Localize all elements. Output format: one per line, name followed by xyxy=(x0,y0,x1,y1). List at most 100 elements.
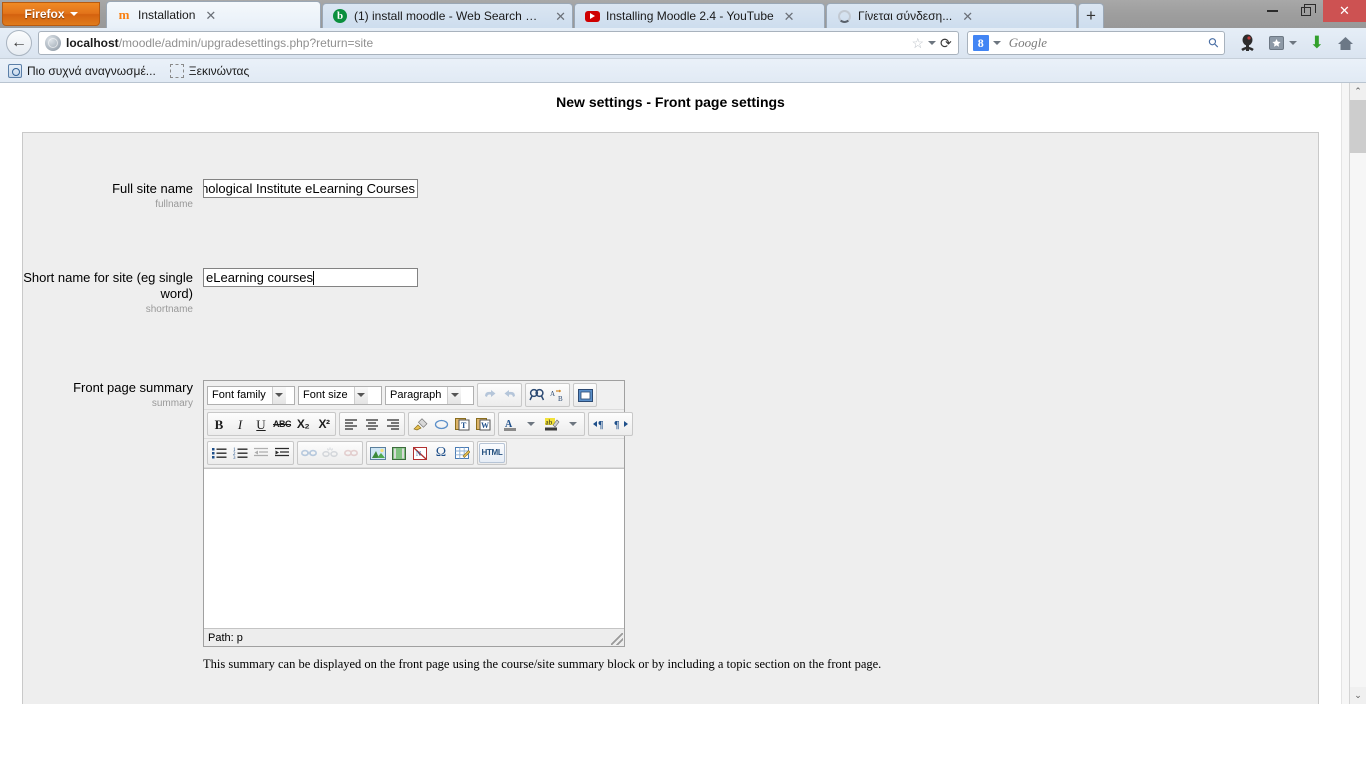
remove-formatting-icon[interactable] xyxy=(431,414,451,434)
chevron-down-icon[interactable] xyxy=(447,386,462,404)
chevron-down-icon[interactable] xyxy=(353,386,368,404)
link-icon[interactable] xyxy=(299,443,319,463)
chevron-down-icon[interactable] xyxy=(928,41,937,45)
svg-text:A: A xyxy=(550,390,555,398)
ltr-icon[interactable]: ¶ xyxy=(590,414,610,434)
font-size-select[interactable]: Font size xyxy=(298,385,382,405)
direction-group: ¶ ¶ xyxy=(588,412,633,436)
close-icon[interactable]: ✕ xyxy=(205,9,216,22)
shortname-input[interactable]: eLearning courses xyxy=(203,268,418,287)
close-icon[interactable]: ✕ xyxy=(784,10,795,23)
find-icon[interactable] xyxy=(527,385,547,405)
underline-icon[interactable]: U xyxy=(251,414,271,434)
search-icon[interactable]: ⚲ xyxy=(1205,34,1223,52)
back-button[interactable]: ← xyxy=(6,30,32,56)
unlink-icon[interactable] xyxy=(320,443,340,463)
page-scrollbar[interactable]: ⌃ ⌄ xyxy=(1349,83,1366,704)
page-title: New settings - Front page settings xyxy=(556,94,785,110)
find-replace-icon[interactable]: A B xyxy=(548,385,568,405)
rtl-icon[interactable]: ¶ xyxy=(611,414,631,434)
text-color-icon[interactable]: A xyxy=(500,414,520,434)
scrollbar-thumb[interactable] xyxy=(1349,100,1366,153)
minimize-button[interactable] xyxy=(1255,0,1289,22)
globe-icon xyxy=(45,35,61,51)
bold-icon[interactable]: B xyxy=(209,414,229,434)
fullname-input[interactable]: inological Institute eLearning Courses xyxy=(203,179,418,198)
numbered-list-icon[interactable]: 123 xyxy=(230,443,250,463)
text-caret xyxy=(312,270,314,285)
special-character-icon[interactable]: Ω xyxy=(431,443,451,463)
search-input[interactable]: Google xyxy=(1009,35,1047,51)
highlight-color-icon[interactable]: ab xyxy=(542,414,562,434)
bookmark-getting-started[interactable]: Ξεκινώντας xyxy=(169,63,249,78)
undo-redo-group xyxy=(477,383,522,407)
address-bar[interactable]: localhost/moodle/admin/upgradesettings.p… xyxy=(38,31,959,55)
chevron-down-icon[interactable] xyxy=(992,41,1001,45)
url-host: localhost xyxy=(66,36,119,50)
firefox-menu-button[interactable]: Firefox xyxy=(2,2,100,26)
redo-icon[interactable] xyxy=(500,385,520,405)
resize-grip-icon[interactable] xyxy=(611,633,623,645)
bookmarks-icon[interactable] xyxy=(1268,35,1297,51)
search-bar[interactable]: 8 Google ⚲ xyxy=(966,31,1225,55)
bookmark-most-visited[interactable]: Πιο συχνά αναγνωσμέ... xyxy=(8,63,156,78)
paste-as-text-icon[interactable]: T xyxy=(452,414,472,434)
nonbreaking-icon[interactable]: N xyxy=(410,443,430,463)
reload-icon[interactable]: ⟳ xyxy=(940,35,952,52)
fullscreen-group xyxy=(573,383,597,407)
scroll-up-button[interactable]: ⌃ xyxy=(1349,83,1366,100)
tab-installing-moodle-youtube[interactable]: Installing Moodle 2.4 - YouTube ✕ xyxy=(574,3,825,28)
chevron-down-icon[interactable] xyxy=(521,414,541,434)
field-row-summary: Front page summary summary Font family F… xyxy=(23,370,1318,680)
anchor-icon[interactable] xyxy=(341,443,361,463)
fullname-value: inological Institute eLearning Courses xyxy=(203,181,415,196)
youtube-icon xyxy=(584,8,600,24)
table-icon[interactable] xyxy=(452,443,472,463)
new-tab-button[interactable]: + xyxy=(1078,3,1104,28)
field-row-fullname: Full site name fullname inological Insti… xyxy=(23,171,1318,218)
image-icon[interactable] xyxy=(368,443,388,463)
align-center-icon[interactable] xyxy=(362,414,382,434)
indent-icon[interactable] xyxy=(272,443,292,463)
tab-installation[interactable]: m Installation ✕ xyxy=(106,1,321,28)
chevron-down-icon xyxy=(69,12,78,16)
download-icon[interactable]: ⬇ xyxy=(1310,33,1324,53)
align-right-icon[interactable] xyxy=(383,414,403,434)
chevron-down-icon[interactable] xyxy=(271,386,286,404)
viewport-gutter xyxy=(1341,83,1349,704)
cleanup-brush-icon[interactable] xyxy=(410,414,430,434)
outdent-icon[interactable] xyxy=(251,443,271,463)
bullet-list-icon[interactable] xyxy=(209,443,229,463)
undo-icon[interactable] xyxy=(479,385,499,405)
svg-text:ab: ab xyxy=(546,419,553,427)
media-icon[interactable] xyxy=(389,443,409,463)
home-icon[interactable] xyxy=(1337,36,1354,51)
close-icon[interactable]: ✕ xyxy=(555,10,566,23)
google-icon[interactable]: 8 xyxy=(972,35,989,51)
tab-install-moodle-search[interactable]: b (1) install moodle - Web Search Result… xyxy=(322,3,573,28)
svg-text:N: N xyxy=(416,450,421,458)
superscript-icon[interactable]: X² xyxy=(314,414,334,434)
editor-path: Path: p xyxy=(208,631,243,644)
restore-button[interactable] xyxy=(1289,0,1323,22)
strikethrough-icon[interactable]: ABC xyxy=(272,414,292,434)
close-icon[interactable]: ✕ xyxy=(962,10,973,23)
font-family-select[interactable]: Font family xyxy=(207,385,295,405)
editor-content-area[interactable] xyxy=(204,468,624,628)
italic-icon[interactable]: I xyxy=(230,414,250,434)
scrollbar-track[interactable] xyxy=(1349,100,1366,687)
pocket-icon[interactable] xyxy=(1239,34,1256,52)
align-left-icon[interactable] xyxy=(341,414,361,434)
placeholder-icon xyxy=(169,63,184,78)
chevron-down-icon[interactable] xyxy=(563,414,583,434)
paste-from-word-icon[interactable]: W xyxy=(473,414,493,434)
scroll-down-button[interactable]: ⌄ xyxy=(1349,687,1366,704)
tab-connecting[interactable]: Γίνεται σύνδεση... ✕ xyxy=(826,3,1077,28)
subscript-icon[interactable]: X₂ xyxy=(293,414,313,434)
html-source-icon[interactable]: HTML xyxy=(479,443,505,463)
paragraph-format-select[interactable]: Paragraph xyxy=(385,385,474,405)
tab-label: (1) install moodle - Web Search Results xyxy=(354,9,546,23)
fullscreen-icon[interactable] xyxy=(575,385,595,405)
bookmark-star-icon[interactable]: ☆ xyxy=(911,36,924,50)
close-window-button[interactable]: ✕ xyxy=(1323,0,1366,22)
